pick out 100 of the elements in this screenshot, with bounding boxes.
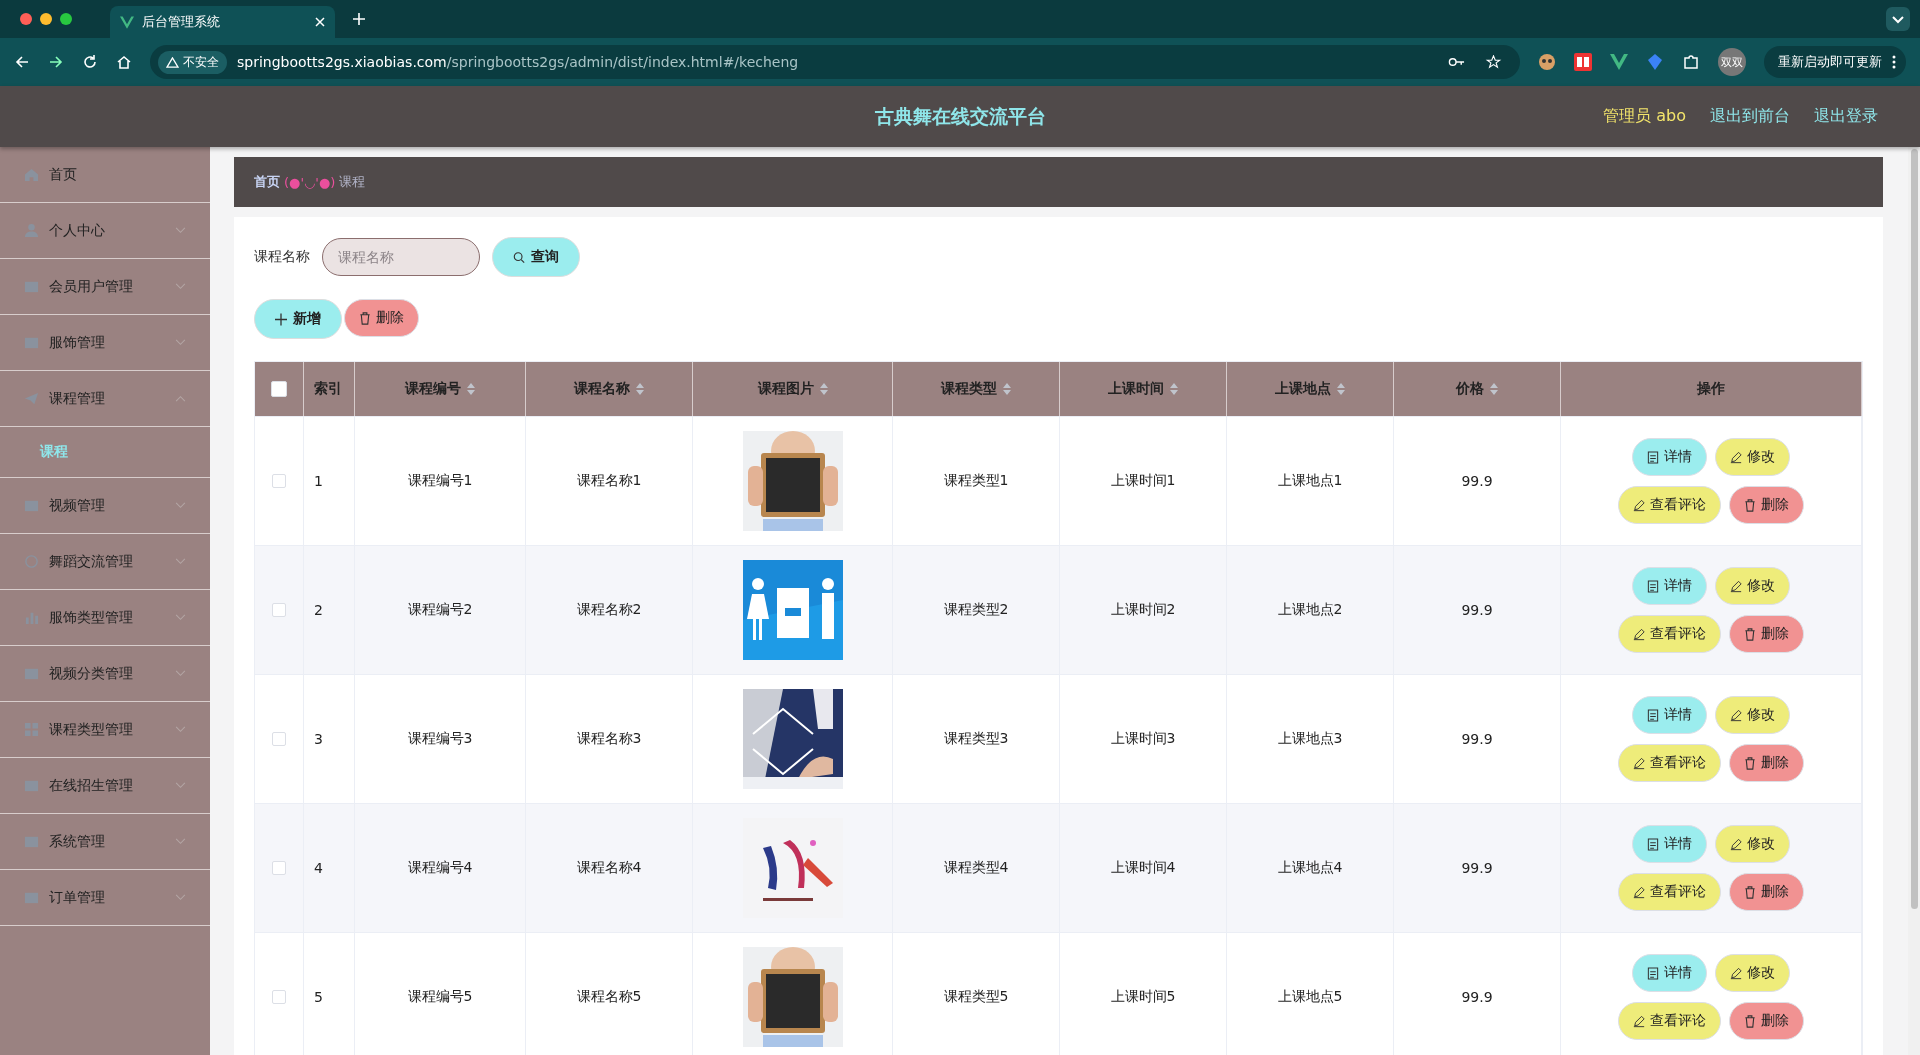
table-cell: 99.9 xyxy=(1461,473,1493,489)
row-checkbox[interactable] xyxy=(272,732,286,746)
delete-button[interactable]: 删除 xyxy=(1729,873,1804,911)
column-header: 上课地点 xyxy=(1275,380,1331,398)
breadcrumb-link[interactable]: 首页 xyxy=(254,173,280,191)
sidebar-item[interactable]: 系统管理 xyxy=(0,814,210,870)
back-icon[interactable] xyxy=(14,54,30,70)
trash-icon xyxy=(1744,627,1756,641)
row-checkbox[interactable] xyxy=(272,603,286,617)
star-icon[interactable] xyxy=(1485,55,1502,69)
scrollbar-thumb[interactable] xyxy=(1910,149,1918,909)
edit-button[interactable]: 修改 xyxy=(1715,954,1790,992)
menu-item-icon xyxy=(24,554,39,569)
delete-button[interactable]: 删除 xyxy=(1729,615,1804,653)
sidebar-item[interactable]: 课程类型管理 xyxy=(0,702,210,758)
sort-icon[interactable] xyxy=(1003,383,1011,395)
header-link[interactable]: 退出登录 xyxy=(1814,106,1878,127)
sidebar-item[interactable]: 个人中心 xyxy=(0,203,210,259)
sidebar-item[interactable]: 服饰管理 xyxy=(0,315,210,371)
new-tab-icon[interactable] xyxy=(353,13,365,25)
table-cell: 上课地点1 xyxy=(1277,472,1343,490)
sort-icon[interactable] xyxy=(467,383,475,395)
edit-button[interactable]: 修改 xyxy=(1715,438,1790,476)
search-icon xyxy=(513,250,525,264)
document-icon xyxy=(1647,450,1659,464)
row-checkbox[interactable] xyxy=(272,861,286,875)
close-icon[interactable] xyxy=(315,17,325,27)
delete-button[interactable]: 删除 xyxy=(1729,744,1804,782)
table-cell: 上课地点3 xyxy=(1277,730,1343,748)
table-cell: 上课地点4 xyxy=(1277,859,1343,877)
sidebar-item[interactable]: 舞蹈交流管理 xyxy=(0,534,210,590)
add-button[interactable]: 新增 xyxy=(254,299,342,339)
delete-button[interactable]: 删除 xyxy=(344,299,419,337)
sort-icon[interactable] xyxy=(819,383,828,395)
trash-icon xyxy=(1744,498,1756,512)
v-logo-icon[interactable] xyxy=(1610,53,1628,71)
detail-button[interactable]: 详情 xyxy=(1632,825,1707,863)
detail-button[interactable]: 详情 xyxy=(1632,567,1707,605)
sidebar-item[interactable]: 订单管理 xyxy=(0,870,210,926)
pencil-icon xyxy=(1730,837,1742,851)
update-button[interactable]: 重新启动即可更新 xyxy=(1764,46,1906,78)
row-checkbox[interactable] xyxy=(272,474,286,488)
row-checkbox[interactable] xyxy=(272,990,286,1004)
sort-icon[interactable] xyxy=(1490,383,1498,395)
delete-button[interactable]: 删除 xyxy=(1729,1002,1804,1040)
key-icon[interactable] xyxy=(1448,55,1465,69)
extension-icon[interactable] xyxy=(1574,53,1592,71)
sidebar-item[interactable]: 在线招生管理 xyxy=(0,758,210,814)
delete-button[interactable]: 删除 xyxy=(1729,486,1804,524)
comments-button[interactable]: 查看评论 xyxy=(1618,615,1721,653)
address-bar[interactable]: 不安全 springbootts2gs.xiaobias.com/springbootts2gs/admin/dist/index.html#/kecheng xyxy=(150,45,1520,79)
comments-button[interactable]: 查看评论 xyxy=(1618,744,1721,782)
sidebar-item[interactable]: 视频管理 xyxy=(0,478,210,534)
sort-icon[interactable] xyxy=(1337,383,1345,395)
column-header: 索引 xyxy=(314,380,342,398)
edit-button[interactable]: 修改 xyxy=(1715,696,1790,734)
trash-icon xyxy=(1744,756,1756,770)
edit-button[interactable]: 修改 xyxy=(1715,825,1790,863)
profile-avatar[interactable]: 双双 xyxy=(1718,48,1746,76)
sort-icon[interactable] xyxy=(636,383,644,395)
sidebar-item[interactable]: 服饰类型管理 xyxy=(0,590,210,646)
reload-icon[interactable] xyxy=(82,54,98,70)
comments-button[interactable]: 查看评论 xyxy=(1618,1002,1721,1040)
minimize-window-icon[interactable] xyxy=(40,13,52,25)
sidebar-item[interactable]: 会员用户管理 xyxy=(0,259,210,315)
detail-button[interactable]: 详情 xyxy=(1632,438,1707,476)
menu-item-icon xyxy=(24,722,39,737)
breadcrumb-separator: (●'◡'●) xyxy=(284,174,336,190)
puzzle-icon[interactable] xyxy=(1682,53,1700,71)
sidebar-item[interactable]: 首页 xyxy=(0,147,210,203)
menu-item-icon xyxy=(24,167,39,182)
maximize-window-icon[interactable] xyxy=(60,13,72,25)
detail-button[interactable]: 详情 xyxy=(1632,696,1707,734)
search-button[interactable]: 查询 xyxy=(492,237,580,277)
table-cell: 1 xyxy=(314,473,323,489)
sidebar-item[interactable]: 课程管理 xyxy=(0,371,210,427)
extension-icon[interactable] xyxy=(1538,53,1556,71)
menu-item-icon xyxy=(24,279,39,294)
comments-button[interactable]: 查看评论 xyxy=(1618,486,1721,524)
chevron-down-icon xyxy=(175,558,186,565)
home-icon[interactable] xyxy=(116,54,132,70)
table-cell: 99.9 xyxy=(1461,989,1493,1005)
table-cell: 上课时间4 xyxy=(1110,859,1176,877)
comments-button[interactable]: 查看评论 xyxy=(1618,873,1721,911)
edit-button[interactable]: 修改 xyxy=(1715,567,1790,605)
search-field[interactable]: 课程名称 xyxy=(322,238,480,276)
close-window-icon[interactable] xyxy=(20,13,32,25)
select-all-checkbox[interactable] xyxy=(271,381,287,397)
security-chip[interactable]: 不安全 xyxy=(158,50,227,74)
detail-button[interactable]: 详情 xyxy=(1632,954,1707,992)
diamond-icon[interactable] xyxy=(1646,53,1664,71)
sort-icon[interactable] xyxy=(1170,383,1178,395)
tab-search-icon[interactable] xyxy=(1886,7,1910,31)
table-cell: 2 xyxy=(314,602,323,618)
header-link[interactable]: 退出到前台 xyxy=(1710,106,1790,127)
sidebar-item[interactable]: 视频分类管理 xyxy=(0,646,210,702)
table-cell: 5 xyxy=(314,989,323,1005)
browser-tab[interactable]: 后台管理系统 xyxy=(110,6,335,38)
table-cell: 99.9 xyxy=(1461,860,1493,876)
forward-icon[interactable] xyxy=(48,54,64,70)
